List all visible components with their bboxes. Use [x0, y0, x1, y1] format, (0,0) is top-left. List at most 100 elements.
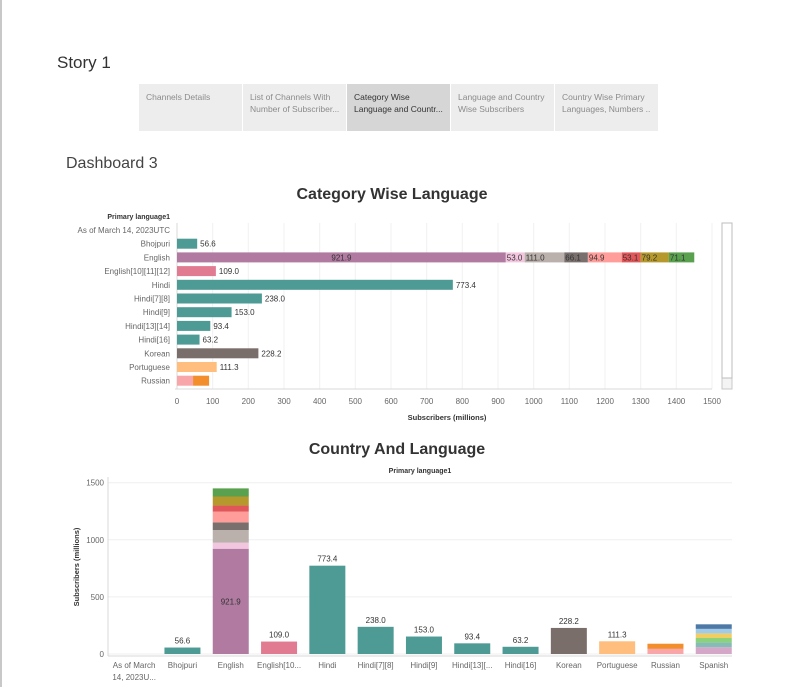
bar-segment[interactable] — [212, 488, 249, 497]
bar-segment[interactable] — [193, 375, 210, 386]
bar-segment[interactable] — [177, 279, 453, 290]
bar-segment[interactable] — [695, 628, 732, 634]
y-tick-label: 0 — [100, 650, 105, 659]
scrollbar-thumb[interactable] — [721, 222, 733, 379]
bar-segment[interactable] — [695, 638, 732, 643]
data-label: 63.2 — [513, 636, 529, 645]
x-tick-label: English — [218, 661, 244, 670]
x-tick-label: 1500 — [703, 397, 721, 406]
bar-segment[interactable] — [550, 627, 587, 654]
data-label: 66.1 — [565, 253, 581, 262]
row-label: Hindi — [152, 281, 170, 290]
bar-segment[interactable] — [647, 648, 684, 654]
x-tick-label: 1400 — [667, 397, 685, 406]
bar-segment[interactable] — [695, 647, 732, 654]
row-label: English[10][11][12] — [104, 267, 170, 276]
x-tick-label: Hindi — [318, 661, 336, 670]
category-language-chart: Category Wise Language Primary language1 A… — [78, 186, 733, 422]
x-tick-label: Portuguese — [597, 661, 638, 670]
story-point-tab[interactable]: Language and Country Wise Subscribers — [451, 84, 554, 131]
x-tick-label: 600 — [384, 397, 398, 406]
data-label: 109.0 — [219, 267, 240, 276]
data-label: 53.1 — [623, 253, 639, 262]
column-header: Primary language1 — [389, 468, 452, 475]
data-label: 111.0 — [526, 253, 545, 262]
row-label: Hindi[7][8] — [134, 295, 170, 304]
row-label: Russian — [141, 377, 170, 386]
bar-segment[interactable] — [212, 529, 249, 543]
story-tabs: Channels Details List of Channels With N… — [139, 84, 659, 131]
x-tick-label: 800 — [456, 397, 470, 406]
bar-segment[interactable] — [647, 643, 684, 649]
data-label: 63.2 — [203, 336, 219, 345]
y-axis-title: Subscribers (millions) — [72, 527, 81, 606]
bar-segment[interactable] — [212, 511, 249, 523]
x-tick-label: Bhojpuri — [168, 661, 198, 670]
row-label: Hindi[9] — [143, 308, 170, 317]
story-point-tab[interactable]: Channels Details — [139, 84, 242, 131]
x-tick-label: 100 — [206, 397, 220, 406]
bar-segment[interactable] — [212, 505, 249, 512]
data-label: 921.9 — [331, 253, 352, 262]
bar-segment[interactable] — [177, 320, 211, 331]
bar-segment[interactable] — [212, 542, 249, 549]
data-label: 79.2 — [642, 253, 658, 262]
bar-segment[interactable] — [177, 266, 216, 277]
bar-segment[interactable] — [309, 565, 346, 654]
data-label: 921.9 — [221, 597, 242, 606]
bar-segment[interactable] — [177, 293, 262, 304]
bar-segment[interactable] — [405, 636, 442, 654]
data-label: 773.4 — [456, 281, 477, 290]
x-tick-label: 400 — [313, 397, 327, 406]
data-label: 773.4 — [317, 555, 338, 564]
x-tick-label: Russian — [651, 661, 680, 670]
bar-segment[interactable] — [212, 496, 249, 506]
bar-segment[interactable] — [502, 646, 539, 654]
data-label: 238.0 — [366, 616, 387, 625]
bar-segment[interactable] — [164, 647, 201, 654]
data-label: 228.2 — [559, 617, 580, 626]
bar-segment[interactable] — [695, 633, 732, 639]
data-label: 109.0 — [269, 631, 290, 640]
country-language-chart: Country And Language Primary language1 0 50… — [72, 441, 732, 682]
bar-segment[interactable] — [177, 238, 198, 249]
data-label: 53.0 — [507, 253, 523, 262]
data-label: 93.4 — [213, 322, 229, 331]
bar-segment[interactable] — [261, 641, 298, 654]
x-tick-label: As of March — [113, 661, 156, 670]
story-point-tab[interactable]: Country Wise Primary Languages, Numbers … — [555, 84, 658, 131]
y-tick-label: 500 — [91, 593, 105, 602]
x-tick-label: 200 — [242, 397, 256, 406]
bar-segment[interactable] — [177, 362, 217, 372]
bar-segment[interactable] — [357, 626, 394, 654]
data-label: 94.9 — [589, 253, 605, 262]
bar-segment[interactable] — [695, 642, 732, 648]
bar-segment[interactable] — [599, 641, 636, 654]
row-label: As of March 14, 2023UTC — [78, 226, 171, 235]
story-point-tab-active[interactable]: Category Wise Language and Countr... — [347, 84, 450, 131]
x-tick-label: 1200 — [596, 397, 614, 406]
x-tick-label: 14, 2023U... — [112, 673, 156, 682]
x-tick-label: Hindi[9] — [410, 661, 437, 670]
bar-segment[interactable] — [177, 348, 259, 359]
bar-segment[interactable] — [177, 307, 232, 318]
bar-segment[interactable] — [454, 643, 491, 654]
bar-segment[interactable] — [212, 522, 249, 530]
x-tick-label: 1300 — [632, 397, 650, 406]
x-tick-label: 500 — [349, 397, 363, 406]
chart-title: Country And Language — [309, 441, 485, 458]
data-label: 111.3 — [608, 630, 627, 639]
data-label: 111.3 — [220, 363, 239, 372]
bar-segment[interactable] — [695, 624, 732, 629]
row-header: Primary language1 — [107, 214, 170, 221]
y-tick-label: 1000 — [86, 536, 104, 545]
dashboard-title: Dashboard 3 — [66, 155, 158, 172]
row-label: English — [144, 253, 170, 262]
bar-segment[interactable] — [177, 375, 194, 386]
x-tick-label: 300 — [277, 397, 291, 406]
story-point-tab[interactable]: List of Channels With Number of Subscrib… — [243, 84, 346, 131]
bar-segment[interactable] — [177, 334, 200, 345]
data-label: 56.6 — [175, 637, 191, 646]
x-axis-title: Subscribers (millions) — [408, 413, 487, 422]
data-label: 238.0 — [265, 295, 286, 304]
